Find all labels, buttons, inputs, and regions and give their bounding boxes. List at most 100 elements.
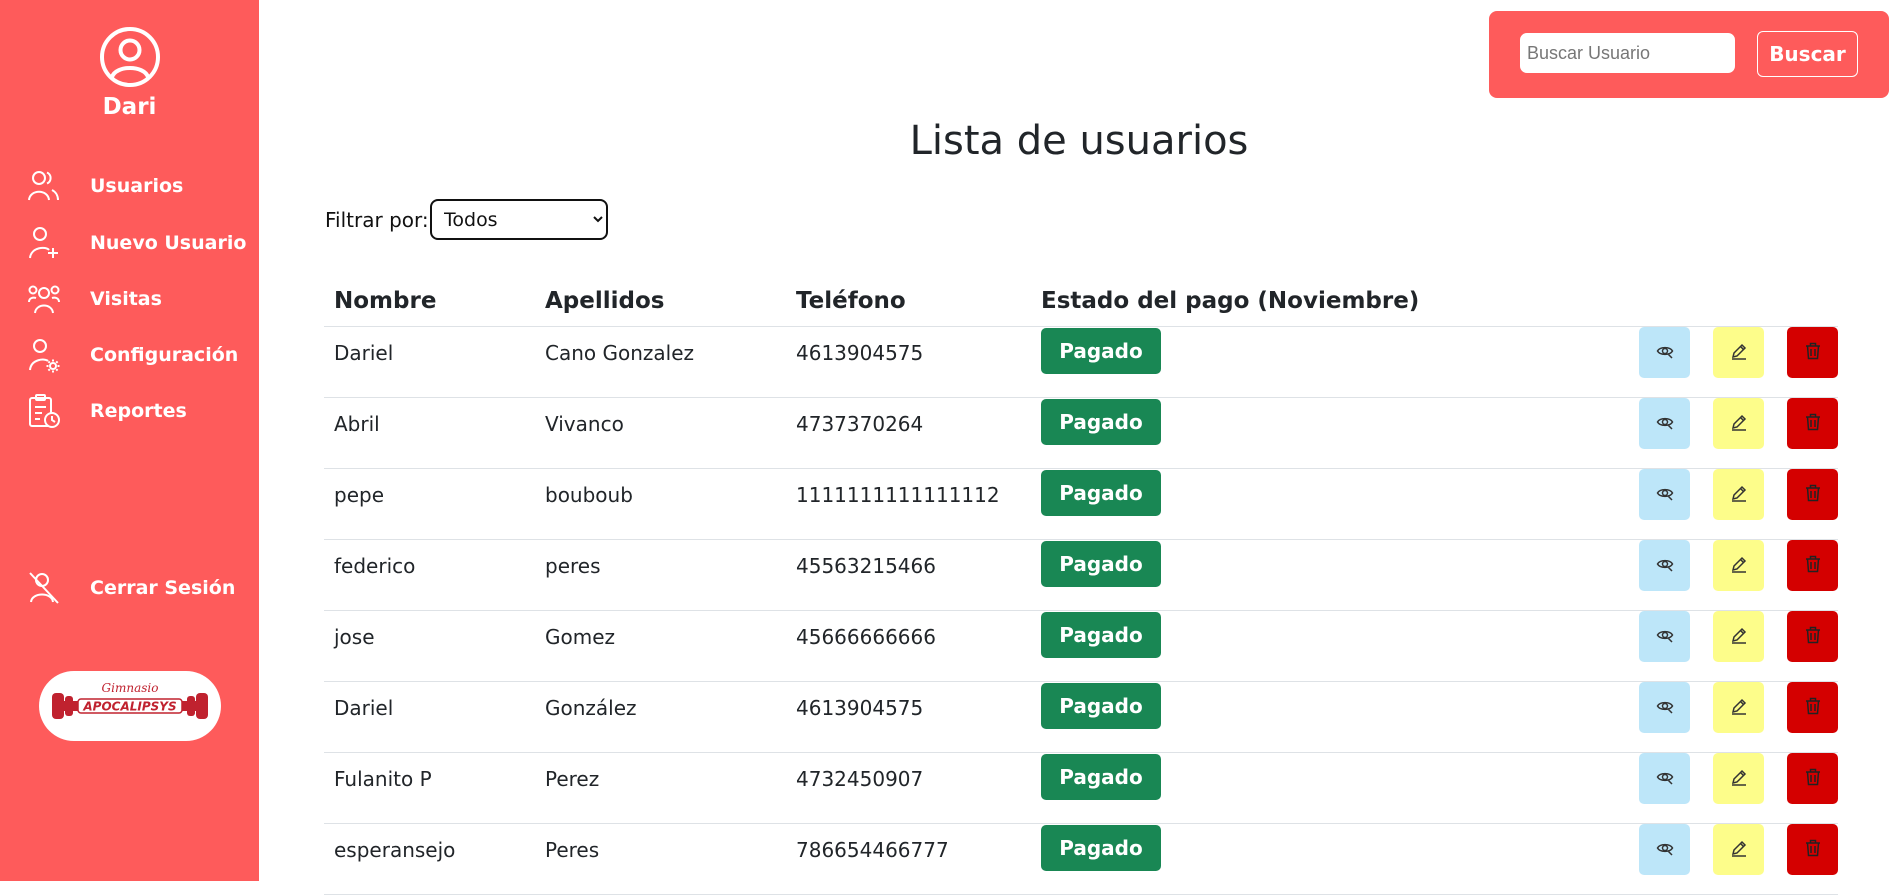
cell-telefono: 4737370264 [786, 397, 1031, 469]
clipboard-clock-icon [28, 391, 64, 431]
cell-nombre: pepe [324, 468, 535, 540]
edit-button[interactable] [1713, 327, 1764, 378]
delete-button[interactable] [1787, 753, 1838, 804]
cell-telefono: 1111111111111112 [786, 468, 1031, 540]
table-row: Dariel Cano Gonzalez 4613904575 Pagado [324, 326, 1838, 398]
sidebar-item-nuevo-usuario[interactable]: Nuevo Usuario [28, 222, 248, 264]
cell-estado: Pagado [1031, 326, 1438, 398]
sidebar-item-configuracion[interactable]: Configuración [28, 334, 248, 376]
trash-icon [1805, 767, 1821, 791]
sidebar-item-reportes[interactable]: Reportes [28, 390, 248, 432]
view-button[interactable] [1639, 469, 1690, 520]
filter-label: Filtrar por: [325, 208, 429, 232]
cell-actions [1438, 752, 1838, 824]
cell-estado: Pagado [1031, 397, 1438, 469]
cell-telefono: 45666666666 [786, 610, 1031, 682]
view-icon [1656, 625, 1674, 649]
cell-nombre: Dariel [324, 326, 535, 398]
view-button[interactable] [1639, 611, 1690, 662]
delete-button[interactable] [1787, 540, 1838, 591]
cell-telefono: 4732450907 [786, 752, 1031, 824]
edit-icon [1730, 767, 1748, 791]
sidebar-item-label: Visitas [90, 288, 162, 310]
search-button[interactable]: Buscar [1757, 31, 1858, 77]
users-icon [28, 166, 64, 206]
view-button[interactable] [1639, 682, 1690, 733]
status-badge: Pagado [1041, 470, 1161, 516]
user-plus-icon [28, 223, 64, 263]
table-header-row: Nombre Apellidos Teléfono Estado del pag… [324, 276, 1838, 327]
cell-nombre: Dariel [324, 681, 535, 753]
edit-icon [1730, 554, 1748, 578]
cell-nombre: Abril [324, 397, 535, 469]
cell-nombre: jose [324, 610, 535, 682]
cell-apellidos: Gomez [535, 610, 786, 682]
sidebar-item-label: Configuración [90, 344, 239, 366]
cell-apellidos: González [535, 681, 786, 753]
cell-actions [1438, 468, 1838, 540]
logout-button[interactable]: Cerrar Sesión [28, 567, 248, 609]
view-button[interactable] [1639, 540, 1690, 591]
search-input[interactable] [1520, 33, 1735, 73]
edit-button[interactable] [1713, 469, 1764, 520]
edit-button[interactable] [1713, 540, 1764, 591]
logo-brand-text: APOCALIPSYS [82, 700, 176, 714]
sidebar-item-visitas[interactable]: Visitas [28, 278, 248, 320]
delete-button[interactable] [1787, 398, 1838, 449]
edit-button[interactable] [1713, 753, 1764, 804]
trash-icon [1805, 696, 1821, 720]
delete-button[interactable] [1787, 327, 1838, 378]
trash-icon [1805, 483, 1821, 507]
dumbbell-logo-icon: Gimnasio APOCALIPSYS [52, 681, 208, 719]
cell-apellidos: Vivanco [535, 397, 786, 469]
status-badge: Pagado [1041, 754, 1161, 800]
delete-button[interactable] [1787, 824, 1838, 875]
cell-estado: Pagado [1031, 539, 1438, 611]
status-badge: Pagado [1041, 328, 1161, 374]
table-row: esperansejo Peres 786654466777 Pagado [324, 823, 1838, 895]
edit-button[interactable] [1713, 682, 1764, 733]
trash-icon [1805, 625, 1821, 649]
edit-button[interactable] [1713, 398, 1764, 449]
header-estado: Estado del pago (Noviembre) [1031, 276, 1438, 327]
sidebar: Dari Usuarios Nuevo Usuario Visitas Conf… [0, 0, 259, 881]
edit-icon [1730, 625, 1748, 649]
cell-apellidos: Cano Gonzalez [535, 326, 786, 398]
sidebar-item-label: Nuevo Usuario [90, 232, 247, 254]
cell-estado: Pagado [1031, 610, 1438, 682]
view-icon [1656, 838, 1674, 862]
cell-apellidos: bouboub [535, 468, 786, 540]
cell-apellidos: Peres [535, 823, 786, 895]
view-button[interactable] [1639, 398, 1690, 449]
view-button[interactable] [1639, 327, 1690, 378]
sidebar-item-usuarios[interactable]: Usuarios [28, 165, 248, 207]
status-badge: Pagado [1041, 612, 1161, 658]
user-profile: Dari [0, 26, 259, 120]
cell-estado: Pagado [1031, 823, 1438, 895]
table-row: Fulanito P Perez 4732450907 Pagado [324, 752, 1838, 824]
view-button[interactable] [1639, 753, 1690, 804]
table-row: pepe bouboub 1111111111111112 Pagado [324, 468, 1838, 540]
view-icon [1656, 341, 1674, 365]
edit-icon [1730, 341, 1748, 365]
logo-script-text: Gimnasio [102, 681, 159, 695]
filter-select[interactable]: Todos [430, 199, 608, 240]
cell-nombre: Fulanito P [324, 752, 535, 824]
edit-icon [1730, 483, 1748, 507]
view-button[interactable] [1639, 824, 1690, 875]
delete-button[interactable] [1787, 682, 1838, 733]
cell-apellidos: peres [535, 539, 786, 611]
cell-estado: Pagado [1031, 468, 1438, 540]
delete-button[interactable] [1787, 469, 1838, 520]
user-off-icon [28, 568, 64, 608]
trash-icon [1805, 341, 1821, 365]
cell-actions [1438, 610, 1838, 682]
header-apellidos: Apellidos [535, 276, 786, 327]
header-nombre: Nombre [324, 276, 535, 327]
table-row: Abril Vivanco 4737370264 Pagado [324, 397, 1838, 469]
delete-button[interactable] [1787, 611, 1838, 662]
status-badge: Pagado [1041, 825, 1161, 871]
edit-button[interactable] [1713, 824, 1764, 875]
view-icon [1656, 483, 1674, 507]
edit-button[interactable] [1713, 611, 1764, 662]
